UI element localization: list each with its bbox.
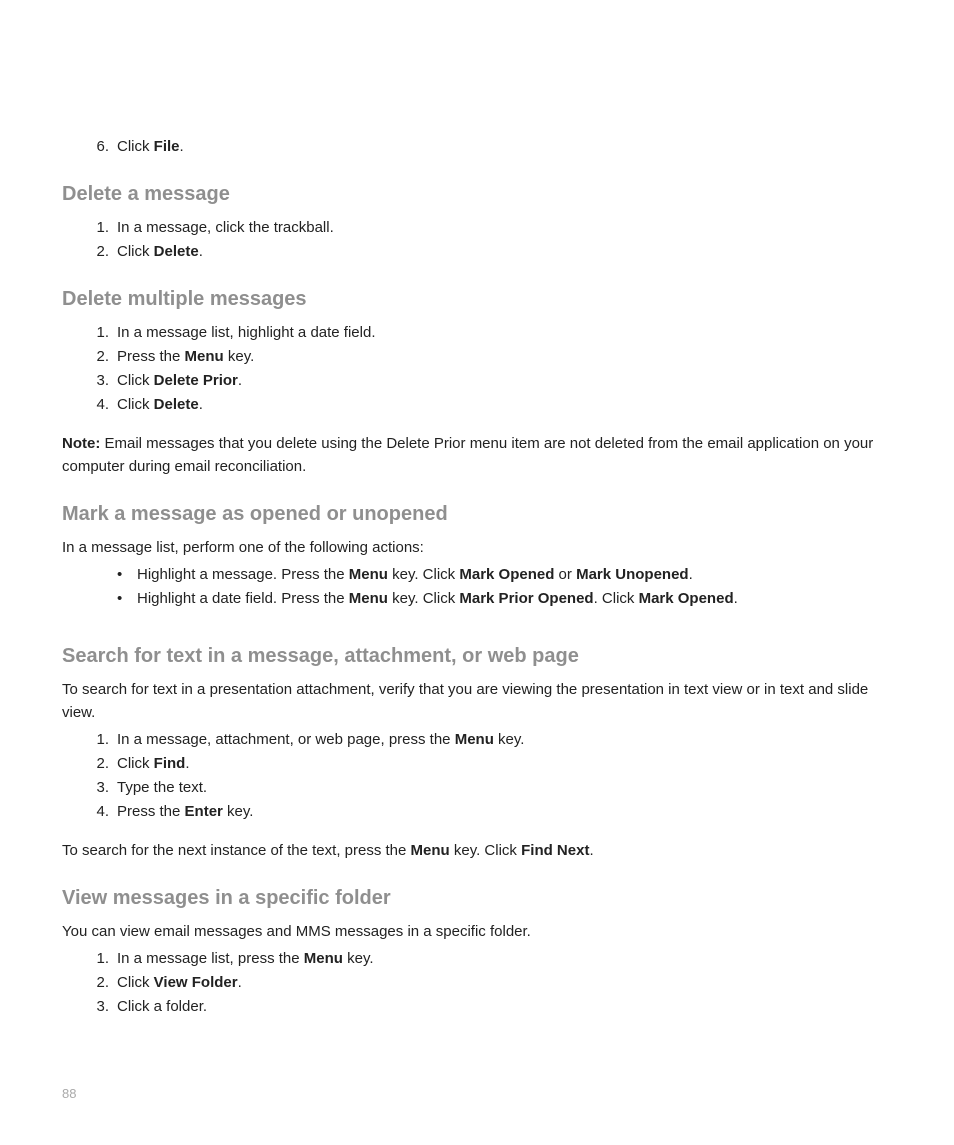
intro-text: In a message list, perform one of the fo… [62, 536, 892, 559]
outro-text: To search for the next instance of the t… [62, 839, 892, 862]
ordered-list: 1. In a message list, press the Menu key… [62, 947, 892, 1019]
ordered-list: 1. In a message, attachment, or web page… [62, 728, 892, 824]
section-heading-view-folder: View messages in a specific folder [62, 887, 892, 910]
list-item: 3. Click Delete Prior. [87, 369, 892, 393]
bullet-item: • Highlight a date field. Press the Menu… [117, 587, 892, 611]
list-item: 1. In a message list, highlight a date f… [87, 321, 892, 345]
list-item: 2. Click Delete. [87, 240, 892, 264]
bullet-item: • Highlight a message. Press the Menu ke… [117, 563, 892, 587]
document-page: 6. Click File. Delete a message 1. In a … [0, 0, 954, 1145]
item-number: 2. [87, 240, 109, 264]
item-number: 1. [87, 216, 109, 240]
ordered-list: 1. In a message, click the trackball. 2.… [62, 216, 892, 264]
section-heading-search-text: Search for text in a message, attachment… [62, 645, 892, 668]
section-heading-delete-multiple: Delete multiple messages [62, 288, 892, 311]
list-item: 1. In a message, click the trackball. [87, 216, 892, 240]
list-item: 2. Click Find. [87, 752, 892, 776]
list-item: 3. Type the text. [87, 776, 892, 800]
note-paragraph: Note: Email messages that you delete usi… [62, 432, 892, 479]
bullet-icon: • [117, 587, 137, 611]
list-item: 2. Click View Folder. [87, 971, 892, 995]
intro-text: You can view email messages and MMS mess… [62, 920, 892, 943]
intro-text: To search for text in a presentation att… [62, 678, 892, 725]
item-text: Click Delete. [117, 240, 892, 264]
bullet-text: Highlight a date field. Press the Menu k… [137, 587, 892, 611]
list-item: 3. Click a folder. [87, 995, 892, 1019]
list-item: 4. Click Delete. [87, 393, 892, 417]
section-heading-mark-opened: Mark a message as opened or unopened [62, 503, 892, 526]
ordered-list: 1. In a message list, highlight a date f… [62, 321, 892, 417]
list-item: 4. Press the Enter key. [87, 800, 892, 824]
item-text: In a message, click the trackball. [117, 216, 892, 240]
page-number: 88 [62, 1086, 76, 1101]
list-item: 6. Click File. [87, 135, 892, 159]
bullet-text: Highlight a message. Press the Menu key.… [137, 563, 892, 587]
list-item: 1. In a message list, press the Menu key… [87, 947, 892, 971]
bullet-icon: • [117, 563, 137, 587]
item-number: 6. [87, 135, 109, 159]
list-item: 2. Press the Menu key. [87, 345, 892, 369]
section-heading-delete-message: Delete a message [62, 183, 892, 206]
list-item: 1. In a message, attachment, or web page… [87, 728, 892, 752]
ordered-list: 6. Click File. [62, 135, 892, 159]
item-text: Click File. [117, 135, 892, 159]
